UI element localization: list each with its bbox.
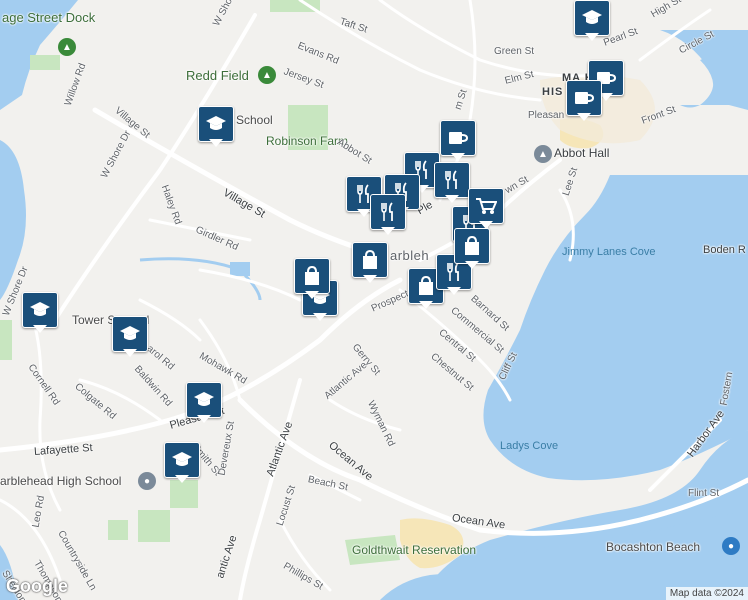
school-marker[interactable] — [198, 106, 234, 148]
shopping-marker[interactable] — [454, 228, 490, 270]
school-marker[interactable] — [22, 292, 58, 334]
goldthwait-label: Goldthwait Reservation — [352, 543, 477, 557]
ladys-cove-label: Ladys Cove — [500, 440, 559, 452]
beach-icon[interactable]: ● — [722, 537, 740, 555]
jimmy-lanes-cove-label: Jimmy Lanes Cove — [562, 246, 656, 258]
park-icon[interactable]: ▲ — [58, 38, 76, 56]
shopping-bag-icon — [465, 236, 479, 255]
school-icon — [194, 392, 214, 406]
abbot-hall-label: Abbot Hall — [554, 146, 610, 160]
park-icon[interactable]: ▲ — [258, 66, 276, 84]
street-label: Flint St — [688, 488, 720, 499]
bocashton-beach-label: Bocashton Beach — [606, 540, 701, 554]
tower-school-label: Tower S — [72, 313, 116, 327]
map-base-layer — [0, 0, 748, 600]
map-canvas[interactable]: age Street Dock Redd Field ▲ ▲ V School … — [0, 0, 748, 600]
school-marker[interactable] — [574, 0, 610, 42]
street-label: Pleasan — [528, 110, 565, 121]
restaurant-marker[interactable] — [370, 194, 406, 236]
restaurant-icon — [445, 170, 457, 189]
school-icon — [172, 452, 192, 466]
boden-label: Boden R — [703, 244, 746, 256]
marblehead-town-label: arbleh — [390, 248, 430, 263]
high-school-label: arblehead High School — [0, 474, 122, 488]
restaurant-marker[interactable] — [434, 162, 470, 204]
grocery-cart-icon — [476, 198, 497, 214]
school-marker[interactable] — [164, 442, 200, 484]
shopping-marker[interactable] — [294, 258, 330, 300]
grocery-marker[interactable] — [468, 188, 504, 230]
village-school-label-tail: School — [236, 113, 273, 127]
school-marker[interactable] — [112, 316, 148, 358]
museum-icon[interactable]: ▲ — [534, 145, 552, 163]
cafe-icon — [575, 92, 594, 104]
school-icon — [120, 326, 140, 340]
redd-field-label: Redd Field — [186, 68, 249, 83]
school-pin-icon[interactable]: ● — [138, 472, 156, 490]
school-icon — [30, 302, 50, 316]
shopping-bag-icon — [305, 266, 319, 285]
village-green-park — [170, 480, 198, 508]
shopping-bag-icon — [419, 276, 433, 295]
cafe-marker[interactable] — [440, 120, 476, 162]
school-icon — [582, 10, 602, 24]
school-marker[interactable] — [186, 382, 222, 424]
street-label: Green St — [494, 46, 535, 57]
shopping-marker[interactable] — [352, 242, 388, 284]
cafe-marker[interactable] — [566, 80, 602, 122]
cafe-icon — [449, 132, 468, 144]
google-logo: Google — [6, 576, 68, 596]
school-icon — [206, 116, 226, 130]
map-attribution[interactable]: Map data ©2024 — [665, 587, 748, 600]
dock-label: age Street Dock — [2, 10, 96, 25]
shopping-bag-icon — [363, 250, 377, 269]
restaurant-icon — [381, 202, 393, 221]
